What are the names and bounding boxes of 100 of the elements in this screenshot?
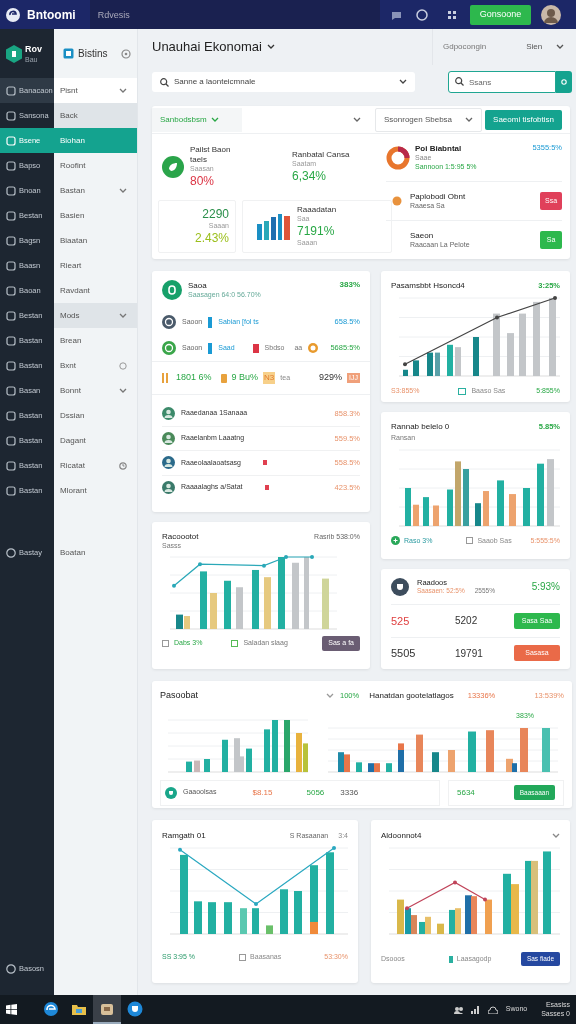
- square-icon: [6, 335, 16, 346]
- chevron-down-icon: [465, 116, 473, 123]
- box-app-button[interactable]: [93, 995, 121, 1024]
- search-icon: [160, 77, 169, 87]
- action-title: Paplobodi Obnt: [410, 191, 466, 202]
- window-icon: [63, 48, 74, 59]
- square-icon: [6, 485, 16, 496]
- footer-value: 3336: [340, 786, 359, 799]
- square-icon: [6, 435, 16, 446]
- search-field[interactable]: Rdvesis: [89, 0, 380, 29]
- brand-name: Rov: [25, 44, 42, 54]
- legend-swatch-icon: [448, 955, 453, 963]
- header-link[interactable]: Gdpocongin: [443, 41, 487, 53]
- chart-title: Rannab belelo 0: [391, 421, 450, 433]
- chart-bar: [222, 739, 228, 772]
- nav-item[interactable]: Roofint: [54, 153, 137, 178]
- filter-select[interactable]: Sanne a laonteicmnale: [152, 72, 415, 92]
- chart-bar: [416, 734, 423, 772]
- chart-point: [495, 315, 499, 320]
- nav-item[interactable]: Back: [54, 103, 137, 128]
- dot-icon: [392, 196, 402, 206]
- edge-icon: [43, 1000, 59, 1017]
- stat-value: 2.43%: [194, 230, 229, 246]
- settings-icon[interactable]: [121, 48, 131, 59]
- chart-point: [405, 906, 409, 911]
- amount: 5505: [391, 646, 417, 661]
- avatar[interactable]: [541, 4, 562, 25]
- square-icon: [6, 135, 16, 146]
- chart-bar: [447, 489, 453, 526]
- chart-title: Aldoonnot4: [381, 830, 422, 842]
- chevron-down-icon: [399, 79, 407, 85]
- grid-icon[interactable]: [445, 8, 458, 21]
- amount: 19791: [455, 646, 483, 661]
- square-icon: [6, 360, 16, 371]
- chart-point: [178, 847, 182, 852]
- dropdown[interactable]: Ssonrogen Sbebsa: [375, 107, 482, 132]
- card-value: 5:93%: [531, 580, 560, 594]
- footer-value: 5634: [457, 786, 475, 799]
- search-field[interactable]: Ssans: [448, 71, 556, 93]
- checkbox-icon: [162, 639, 169, 647]
- chart-bar: [208, 902, 216, 934]
- circle-icon: [6, 547, 16, 558]
- avatar-icon: [162, 406, 175, 420]
- tag-icon: [220, 373, 227, 383]
- chart-bar: [519, 313, 526, 376]
- chart-bar: [356, 761, 362, 772]
- nav-item[interactable]: Bxnt: [54, 353, 137, 378]
- nav-item[interactable]: Dssian: [54, 403, 137, 428]
- chart-bar: [386, 762, 392, 772]
- chart-bar: [433, 505, 439, 526]
- nav-item[interactable]: Basien: [54, 203, 137, 228]
- chart-bar: [322, 578, 329, 629]
- stat-text: 929%: [319, 371, 343, 385]
- bell-icon[interactable]: [415, 8, 428, 21]
- hexagon-logo-icon: [6, 44, 22, 63]
- bar-icon: [252, 343, 259, 353]
- nav-item[interactable]: Brean: [54, 328, 137, 353]
- square-icon: [6, 185, 16, 196]
- square-icon: [6, 410, 16, 421]
- nav-item[interactable]: Biaatan: [54, 228, 137, 253]
- chart-bar: [507, 333, 514, 376]
- windows-logo-icon[interactable]: [6, 1004, 17, 1015]
- stat-text: 9 Bu%: [231, 371, 259, 385]
- nav-item[interactable]: Rieart: [54, 253, 137, 278]
- header-select[interactable]: Sien: [526, 41, 565, 53]
- nav-item[interactable]: Ricatat: [54, 453, 137, 478]
- people-icon[interactable]: [453, 1005, 463, 1014]
- square-icon: [6, 460, 16, 471]
- coin-icon: [308, 343, 319, 353]
- nav-item[interactable]: Ravdant: [54, 278, 137, 303]
- amount: 5202: [455, 614, 478, 629]
- chart-bar: [468, 731, 476, 772]
- nav-item[interactable]: Mlorant: [54, 478, 137, 503]
- chart-bar: [413, 360, 419, 376]
- nav-item[interactable]: Bonnt: [54, 378, 137, 403]
- chart-title: Ramgath 01: [162, 830, 206, 842]
- chart-bar: [455, 347, 461, 376]
- nav-item[interactable]: Mods: [54, 303, 137, 328]
- avatar-icon: [162, 480, 175, 494]
- chart-bar: [284, 719, 290, 772]
- nav-item[interactable]: Pisnt: [54, 78, 137, 103]
- chart-bar: [547, 458, 554, 526]
- chart-bar: [423, 496, 429, 526]
- nav-item[interactable]: Dagant: [54, 428, 137, 453]
- chart-bar: [475, 502, 481, 526]
- network-icon[interactable]: [470, 1005, 480, 1014]
- chart-bar: [210, 592, 217, 629]
- cloud-icon[interactable]: [487, 1005, 498, 1014]
- chart-bar: [413, 504, 419, 526]
- chevron-down-icon: [326, 693, 335, 699]
- avatar-icon: [162, 456, 175, 470]
- nav-item[interactable]: Bastan: [54, 178, 137, 203]
- letter-badge-icon: [162, 280, 182, 300]
- chart-title: Pasoobat: [160, 689, 199, 703]
- leaf-icon: [162, 155, 184, 178]
- chart-bar: [437, 923, 444, 934]
- nav-item[interactable]: Boatan: [54, 540, 137, 565]
- chart-point: [310, 554, 314, 559]
- stat-badge: N3: [263, 372, 276, 384]
- page-title: Unauhai Ekonomai: [152, 38, 262, 57]
